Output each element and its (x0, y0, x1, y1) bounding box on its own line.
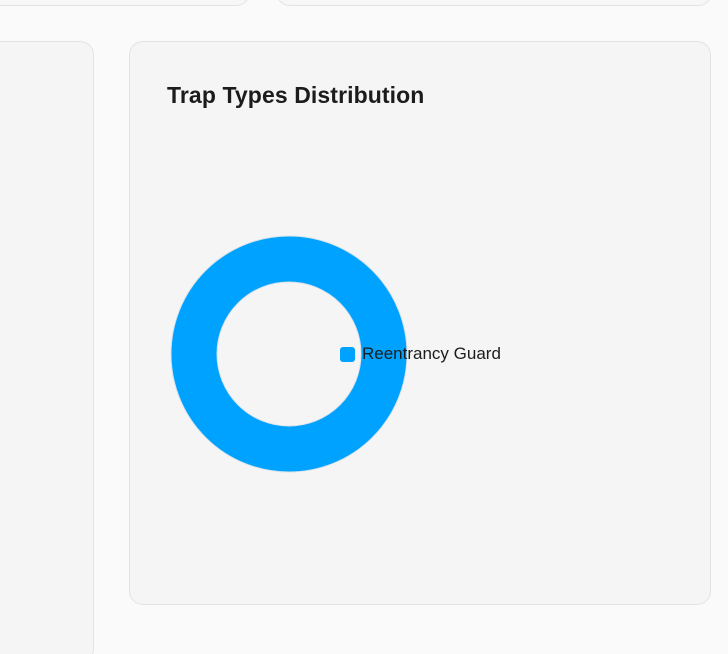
legend-label[interactable]: Reentrancy Guard (362, 344, 501, 363)
chart-card: Trap Types Distribution Reentrancy Guard (129, 41, 711, 605)
left-panel (0, 41, 94, 654)
donut-chart: Reentrancy Guard (170, 235, 501, 473)
dashboard-page: Trap Types Distribution Reentrancy Guard (0, 0, 728, 654)
legend-swatch[interactable] (340, 347, 355, 362)
top-card-right (276, 0, 712, 6)
top-card-left (0, 0, 250, 6)
chart-legend: Reentrancy Guard (340, 344, 501, 363)
